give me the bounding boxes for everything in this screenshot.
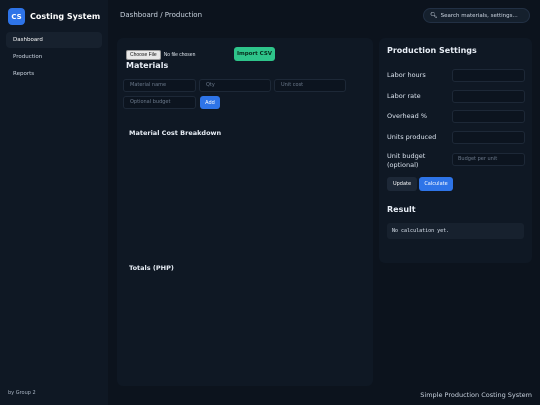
sidebar-item-production[interactable]: Production (6, 49, 102, 65)
brand: CS Costing System (8, 8, 100, 25)
search-placeholder: Search materials, settings... (440, 12, 518, 19)
overhead-input[interactable] (452, 110, 525, 123)
settings-panel: Production Settings Labor hours Labor ra… (379, 38, 532, 263)
labor-rate-label: Labor rate (387, 92, 421, 100)
material-name-input[interactable]: Material name (123, 79, 196, 92)
breadcrumb: Dashboard / Production (120, 11, 203, 19)
settings-title: Production Settings (387, 46, 477, 55)
sidebar-nav: Dashboard Production Reports (6, 32, 102, 83)
unit-budget-label: Unit budget (optional) (387, 152, 426, 169)
budget-input[interactable]: Optional budget (123, 96, 196, 109)
file-status: No file chosen (163, 52, 196, 58)
overhead-label: Overhead % (387, 112, 427, 120)
search-input[interactable]: 🔍︎ Search materials, settings... (423, 8, 530, 23)
units-produced-label: Units produced (387, 133, 437, 141)
unit-budget-input[interactable]: Budget per unit (452, 153, 525, 166)
choose-file-button[interactable]: Choose File (126, 50, 161, 60)
update-button[interactable]: Update (387, 177, 417, 191)
materials-title: Materials (126, 61, 169, 70)
quantity-input[interactable]: Qty (199, 79, 271, 92)
units-produced-input[interactable] (452, 131, 525, 144)
sidebar: CS Costing System Dashboard Production R… (0, 0, 108, 405)
labor-hours-input[interactable] (452, 69, 525, 82)
labor-rate-input[interactable] (452, 90, 525, 103)
calculate-button[interactable]: Calculate (419, 177, 453, 191)
file-picker: Choose File No file chosen (126, 50, 195, 60)
brand-name: Costing System (30, 12, 101, 21)
labor-hours-label: Labor hours (387, 71, 426, 79)
sidebar-item-reports[interactable]: Reports (6, 66, 102, 82)
sidebar-item-dashboard[interactable]: Dashboard (6, 32, 102, 48)
result-title: Result (387, 205, 416, 214)
breakdown-title: Material Cost Breakdown (129, 129, 222, 137)
unit-cost-input[interactable]: Unit cost (274, 79, 346, 92)
search-icon: 🔍︎ (430, 12, 438, 19)
brand-logo: CS (8, 8, 25, 25)
footer-text: Simple Production Costing System (420, 391, 532, 399)
sidebar-credit: by Group 2 (8, 390, 36, 396)
materials-panel: Choose File No file chosen Import CSV Ma… (117, 38, 373, 386)
import-csv-button[interactable]: Import CSV (234, 47, 275, 61)
result-output: No calculation yet. (387, 223, 524, 239)
totals-title: Totals (PHP) (129, 264, 174, 272)
add-material-button[interactable]: Add (200, 96, 220, 109)
